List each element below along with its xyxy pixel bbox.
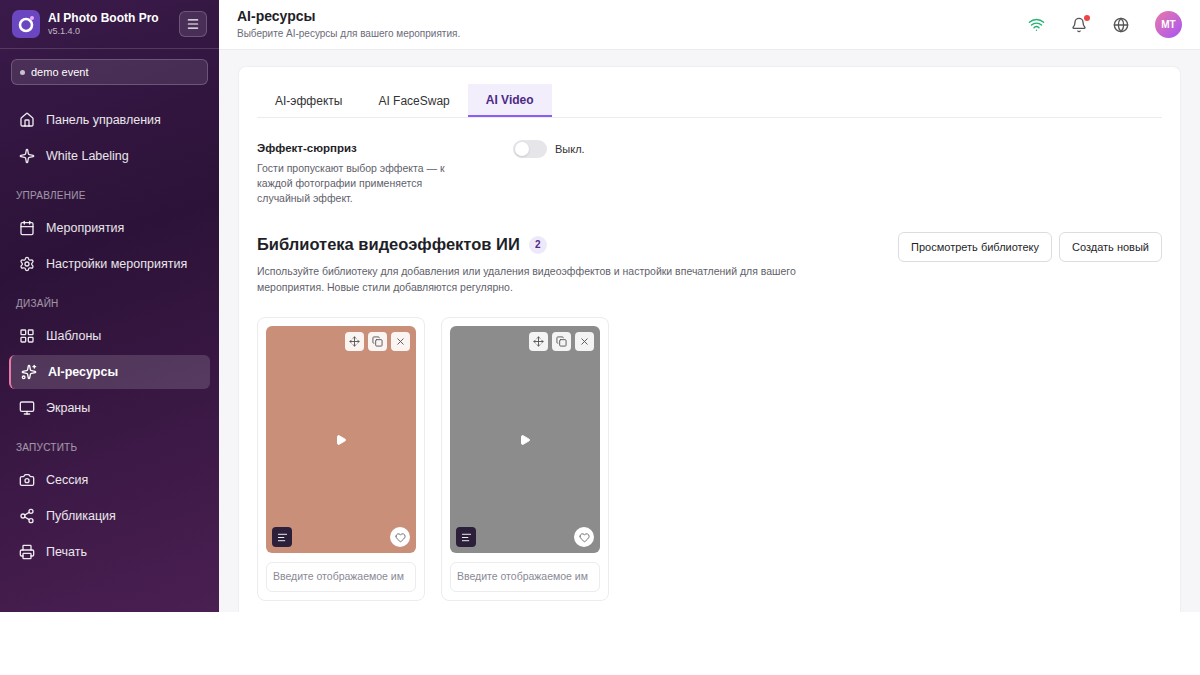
app: AI Photo Booth Prov5.1.4.0demo eventПане…: [0, 0, 1200, 612]
create-new-button[interactable]: Создать новый: [1059, 232, 1162, 262]
app-name: AI Photo Booth Pro: [48, 11, 159, 26]
sidebar-item[interactable]: Печать: [9, 535, 210, 569]
monitor-icon: [19, 400, 35, 416]
sidebar-header: AI Photo Booth Prov5.1.4.0: [0, 0, 219, 49]
library-header: Библиотека видеоэффектов ИИ 2 Используйте …: [257, 206, 1162, 295]
sidebar-item[interactable]: Панель управления: [9, 103, 210, 137]
sidebar-section: ЗАПУСТИТЬСессияПубликацияПечать: [9, 427, 210, 571]
notifications-button[interactable]: [1071, 17, 1087, 33]
sidebar: AI Photo Booth Prov5.1.4.0demo eventПане…: [0, 0, 219, 612]
move-icon: [349, 336, 360, 347]
event-selector-dot: [20, 70, 25, 75]
sidebar-item[interactable]: Экраны: [9, 391, 210, 425]
notification-badge: [1084, 15, 1090, 21]
sidebar-item[interactable]: Шаблоны: [9, 319, 210, 353]
sidebar-item[interactable]: Настройки мероприятия: [9, 247, 210, 281]
surprise-toggle[interactable]: [513, 140, 547, 158]
library-title: Библиотека видеоэффектов ИИ: [257, 232, 520, 257]
text-icon: [277, 532, 288, 543]
move-icon: [533, 336, 544, 347]
display-name-input[interactable]: Введите отображаемое им: [266, 562, 416, 592]
camera-icon: [19, 472, 35, 488]
sidebar-item[interactable]: AI-ресурсы: [9, 355, 210, 389]
sidebar-section: ДИЗАЙНШаблоныAI-ресурсыЭкраны: [9, 283, 210, 427]
details-button[interactable]: [272, 527, 292, 547]
play-icon[interactable]: [335, 434, 347, 446]
sidebar-item[interactable]: Сессия: [9, 463, 210, 497]
share-icon: [19, 508, 35, 524]
grid-icon: [19, 328, 35, 344]
sparkle-icon: [19, 148, 35, 164]
effect-preview: [450, 326, 600, 553]
close-icon: [395, 336, 406, 347]
sidebar-item[interactable]: Мероприятия: [9, 211, 210, 245]
top-bar: AI-ресурсыВыберите AI-ресурсы для вашего…: [219, 0, 1200, 50]
surprise-setting: Эффект-сюрприз Гости пропускают выбор эфф…: [257, 118, 1162, 206]
content-card: AI-эффектыAI FaceSwapAI VideoЭффект-сюрп…: [238, 66, 1181, 612]
toggle-state: Выкл.: [555, 140, 585, 158]
duplicate-button[interactable]: [368, 332, 387, 351]
duplicate-button[interactable]: [552, 332, 571, 351]
favorite-button[interactable]: [574, 527, 594, 547]
sidebar-item[interactable]: White Labeling: [9, 139, 210, 173]
page-title: AI-ресурсы: [237, 8, 460, 26]
close-icon: [579, 336, 590, 347]
settings-icon: [19, 256, 35, 272]
delete-button[interactable]: [575, 332, 594, 351]
language-icon[interactable]: [1113, 17, 1129, 33]
printer-icon: [19, 544, 35, 560]
surprise-description: Гости пропускают выбор эффекта — к каждо…: [257, 161, 462, 206]
surprise-title: Эффект-сюрприз: [257, 140, 513, 157]
home-icon: [19, 112, 35, 128]
move-button[interactable]: [529, 332, 548, 351]
toggle-knob: [515, 142, 529, 156]
wifi-icon: [1028, 16, 1045, 33]
copy-icon: [372, 336, 383, 347]
text-icon: [461, 532, 472, 543]
tab[interactable]: AI Video: [468, 84, 552, 117]
effect-card[interactable]: Введите отображаемое им: [257, 317, 425, 601]
display-name-input[interactable]: Введите отображаемое им: [450, 562, 600, 592]
sidebar-section-title: ДИЗАЙН: [9, 283, 210, 319]
effect-card[interactable]: Введите отображаемое им: [441, 317, 609, 601]
sidebar-section: УПРАВЛЕНИЕМероприятияНастройки мероприят…: [9, 175, 210, 283]
menu-button[interactable]: [179, 11, 207, 37]
effect-preview: [266, 326, 416, 553]
page-subtitle: Выберите AI-ресурсы для вашего мероприят…: [237, 26, 460, 41]
library-count: 2: [529, 236, 547, 254]
library-description: Используйте библиотеку для добавления ил…: [257, 263, 827, 295]
tab[interactable]: AI FaceSwap: [360, 84, 467, 117]
event-selector[interactable]: demo event: [11, 59, 208, 85]
effect-cards: Введите отображаемое им Введите отображае…: [257, 295, 1162, 601]
sidebar-section-title: УПРАВЛЕНИЕ: [9, 175, 210, 211]
sparkles-icon: [21, 364, 37, 380]
logo-icon: [12, 10, 40, 38]
details-button[interactable]: [456, 527, 476, 547]
calendar-icon: [19, 220, 35, 236]
sidebar-section: Панель управленияWhite Labeling: [9, 103, 210, 175]
sidebar-nav: Панель управленияWhite LabelingУПРАВЛЕНИ…: [0, 85, 219, 571]
tab[interactable]: AI-эффекты: [257, 84, 360, 117]
page: AI Photo Booth Prov5.1.4.0demo eventПане…: [0, 0, 1200, 675]
copy-icon: [556, 336, 567, 347]
sidebar-section-title: ЗАПУСТИТЬ: [9, 427, 210, 463]
tabs: AI-эффектыAI FaceSwapAI Video: [257, 84, 1162, 118]
delete-button[interactable]: [391, 332, 410, 351]
view-library-button[interactable]: Просмотреть библиотеку: [898, 232, 1052, 262]
app-version: v5.1.4.0: [48, 26, 159, 37]
heart-icon: [579, 532, 590, 543]
main: AI-ресурсыВыберите AI-ресурсы для вашего…: [219, 0, 1200, 612]
menu-icon: [186, 17, 200, 31]
user-avatar[interactable]: MT: [1155, 11, 1182, 38]
sidebar-item[interactable]: Публикация: [9, 499, 210, 533]
heart-icon: [395, 532, 406, 543]
play-icon[interactable]: [519, 434, 531, 446]
move-button[interactable]: [345, 332, 364, 351]
favorite-button[interactable]: [390, 527, 410, 547]
